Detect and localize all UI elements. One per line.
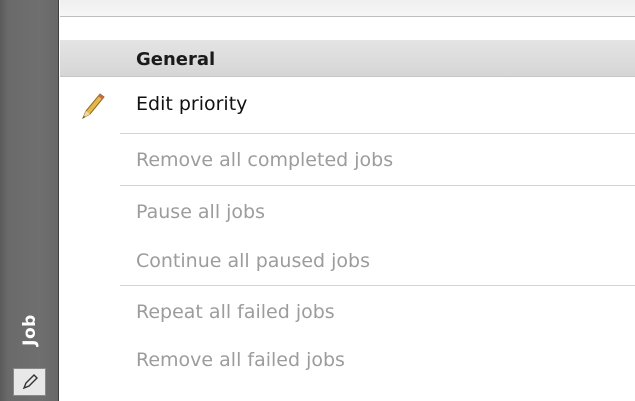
side-tab-label: Job <box>20 314 40 346</box>
pencil-icon <box>81 93 105 120</box>
menu-item-label: Pause all jobs <box>136 201 266 223</box>
menu-item-pause-all-jobs[interactable]: Pause all jobs <box>136 201 265 223</box>
menu-section-header: General <box>60 40 635 77</box>
menu-header-label: General <box>136 49 216 70</box>
side-tab-job[interactable]: Job <box>16 300 44 360</box>
menu-separator <box>120 133 635 134</box>
menu-item-label: Remove all failed jobs <box>136 349 345 371</box>
side-edit-button[interactable] <box>13 368 46 396</box>
menu-separator <box>120 185 635 186</box>
menu-item-remove-completed-jobs[interactable]: Remove all completed jobs <box>136 149 393 171</box>
menu-top-strip <box>60 0 635 17</box>
side-panel: Job <box>0 0 59 401</box>
menu-item-label: Repeat all failed jobs <box>136 301 335 323</box>
menu-separator <box>120 285 635 286</box>
menu-item-label: Remove all completed jobs <box>136 149 394 171</box>
context-menu: General Edit priority Remove all complet… <box>60 0 635 401</box>
menu-item-edit-priority[interactable]: Edit priority <box>136 93 247 115</box>
menu-item-repeat-failed-jobs[interactable]: Repeat all failed jobs <box>136 301 335 323</box>
menu-item-remove-failed-jobs[interactable]: Remove all failed jobs <box>136 349 345 371</box>
menu-item-label: Continue all paused jobs <box>136 250 371 272</box>
pencil-icon <box>22 374 38 390</box>
menu-item-continue-paused-jobs[interactable]: Continue all paused jobs <box>136 250 370 272</box>
menu-item-label: Edit priority <box>136 93 248 115</box>
